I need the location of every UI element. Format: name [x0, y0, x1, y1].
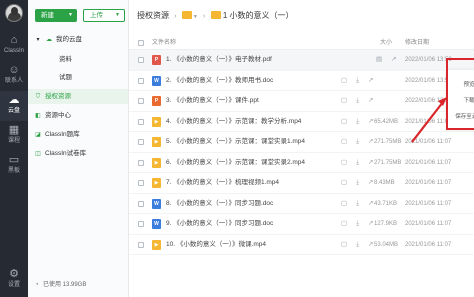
tree-authorized[interactable]: ⛉ 授权资源 — [28, 89, 128, 104]
nav-cloud[interactable]: ☁ 云盘 — [0, 91, 28, 121]
nav-contacts[interactable]: ☺ 联系人 — [0, 61, 28, 91]
tree-my-cloud[interactable]: ▾ ☁ 我的云盘 — [28, 32, 128, 47]
disk-icon: ◔ — [35, 282, 39, 288]
settings-icon: ⚙ — [9, 268, 19, 280]
test-library-icon: ◫ — [35, 151, 41, 157]
tree-materials[interactable]: 资料 — [28, 52, 128, 67]
file-panel: 授权资源 › ▼ › 1 小数的意义（一） 文件名称 大小 修改日期 P 1. 《… — [129, 0, 474, 297]
chevron-down-icon: ▼ — [68, 12, 73, 18]
avatar[interactable] — [5, 4, 23, 22]
tree-classin-test-library[interactable]: ◫ ClassIn试卷库 — [28, 146, 128, 161]
left-navbar: ⌂ ClassIn ☺ 联系人 ☁ 云盘 ▦ 课程 ▭ 黑板 ⚙ 设置 — [0, 0, 28, 297]
nav-settings[interactable]: ⚙ 设置 — [0, 265, 28, 295]
cloud-icon: ☁ — [46, 37, 52, 43]
cloud-sidebar: 新建 ▼ 上传 ▼ ▾ ☁ 我的云盘 资料 试题 ⛉ 授权资源 ◧ 资源中心 ◪ Clas… — [28, 0, 129, 297]
resource-icon: ◧ — [35, 113, 41, 119]
tree-quizzes[interactable]: 试题 — [28, 70, 128, 85]
nav-blackboard[interactable]: ▭ 黑板 — [0, 151, 28, 181]
nav-classin[interactable]: ⌂ ClassIn — [0, 31, 28, 61]
upload-button[interactable]: 上传 ▼ — [83, 9, 125, 22]
cloud-icon: ☁ — [8, 94, 20, 106]
caret-down-icon: ▾ — [36, 37, 40, 43]
blackboard-icon: ▭ — [8, 154, 20, 166]
chevron-down-icon: ▼ — [115, 12, 120, 18]
storage-usage: ◔ 已使用 13.99GB — [35, 282, 87, 288]
tree-resource-center[interactable]: ◧ 资源中心 — [28, 108, 128, 123]
annotation-arrow — [411, 97, 447, 143]
nav-course[interactable]: ▦ 课程 — [0, 121, 28, 151]
tree-classin-library[interactable]: ◪ ClassIn题库 — [28, 127, 128, 142]
shield-icon: ⛉ — [35, 94, 41, 100]
library-icon: ◪ — [35, 132, 41, 138]
contacts-icon: ☺ — [8, 64, 20, 76]
course-icon: ▦ — [8, 124, 20, 136]
home-icon: ⌂ — [10, 34, 18, 46]
new-button[interactable]: 新建 ▼ — [35, 9, 77, 22]
